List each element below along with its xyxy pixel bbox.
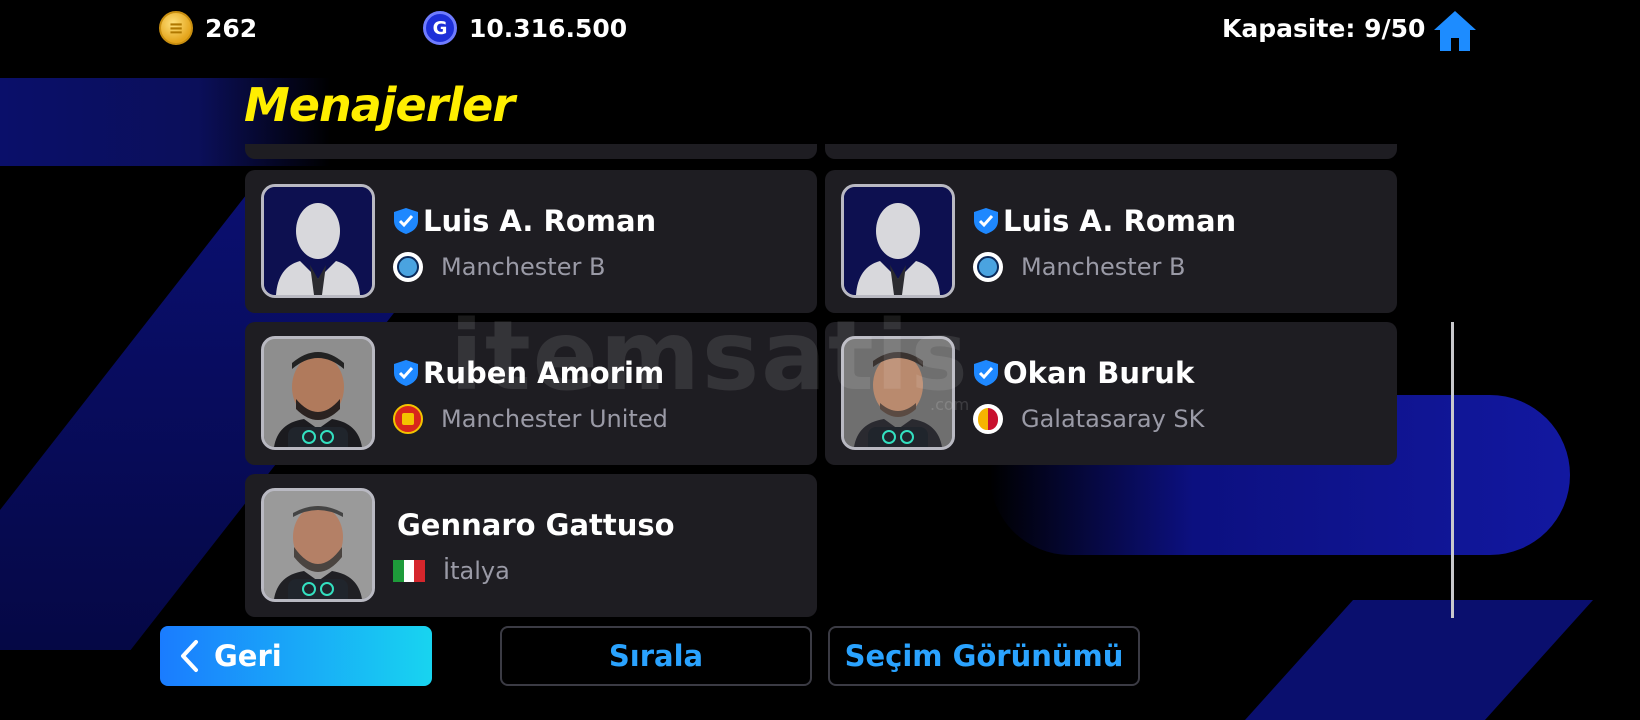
home-icon[interactable] [1432, 8, 1478, 54]
coin-icon: ≡ [159, 11, 193, 45]
manchester-b-crest-icon [393, 252, 423, 282]
selection-view-button[interactable]: Seçim Görünümü [828, 626, 1140, 686]
manager-card[interactable]: Ruben Amorim Manchester United [245, 322, 817, 465]
back-button-label: Geri [214, 639, 282, 673]
manager-club-row: Manchester United [393, 402, 668, 436]
manager-name-row: Gennaro Gattuso [397, 506, 675, 544]
manchester-united-crest-icon [393, 404, 423, 434]
manager-avatar [841, 336, 955, 450]
coins-counter[interactable]: ≡ 262 [159, 10, 257, 46]
manager-club-row: İtalya [393, 554, 510, 588]
manager-club: İtalya [443, 557, 510, 585]
manager-name: Okan Buruk [1003, 356, 1195, 390]
manager-club: Galatasaray SK [1021, 405, 1205, 433]
manager-club: Manchester United [441, 405, 668, 433]
manager-avatar [261, 488, 375, 602]
manager-name-row: Luis A. Roman [393, 202, 656, 240]
manager-club: Manchester B [1021, 253, 1186, 281]
sort-button-label: Sırala [608, 639, 704, 673]
manager-name: Luis A. Roman [1003, 204, 1237, 238]
manager-name: Ruben Amorim [423, 356, 665, 390]
manager-list[interactable]: Luis A. Roman Manchester B Luis A. Roman… [240, 144, 1410, 620]
manager-avatar [261, 184, 375, 298]
page-title: Menajerler [244, 78, 515, 132]
manager-club-row: Galatasaray SK [973, 402, 1204, 436]
verified-shield-icon [394, 360, 418, 386]
selection-view-button-label: Seçim Görünümü [844, 639, 1124, 673]
manager-name-row: Luis A. Roman [973, 202, 1236, 240]
galatasaray-crest-icon [973, 404, 1003, 434]
gp-value: 10.316.500 [469, 13, 628, 43]
manager-club-row: Manchester B [393, 250, 605, 284]
manager-avatar [841, 184, 955, 298]
manager-name-row: Ruben Amorim [393, 354, 664, 392]
capacity-label: Kapasite: 9/50 [1222, 10, 1425, 46]
verified-shield-icon [974, 208, 998, 234]
manager-card[interactable]: Luis A. Roman Manchester B [245, 170, 817, 313]
verified-shield-icon [394, 208, 418, 234]
manager-card[interactable]: Gennaro Gattuso İtalya [245, 474, 817, 617]
manager-card-partial[interactable] [825, 144, 1397, 159]
rating-badge [288, 427, 348, 447]
manager-club-row: Manchester B [973, 250, 1185, 284]
sort-button[interactable]: Sırala [500, 626, 812, 686]
manager-card[interactable]: Luis A. Roman Manchester B [825, 170, 1397, 313]
gp-icon: G [423, 11, 457, 45]
back-button[interactable]: Geri [160, 626, 432, 686]
manager-name: Gennaro Gattuso [397, 508, 675, 542]
capacity-text: Kapasite: 9/50 [1222, 13, 1426, 43]
manager-avatar [261, 336, 375, 450]
manager-card-partial[interactable] [245, 144, 817, 159]
manager-name: Luis A. Roman [423, 204, 657, 238]
gp-counter[interactable]: G 10.316.500 [423, 10, 627, 46]
manager-name-row: Okan Buruk [973, 354, 1194, 392]
manchester-b-crest-icon [973, 252, 1003, 282]
coins-value: 262 [205, 13, 258, 43]
rating-badge [288, 579, 348, 599]
manager-card[interactable]: Okan Buruk Galatasaray SK [825, 322, 1397, 465]
scrollbar[interactable] [1451, 322, 1454, 618]
italy-flag-icon [393, 560, 426, 582]
manager-club: Manchester B [441, 253, 606, 281]
verified-shield-icon [974, 360, 998, 386]
rating-badge [868, 427, 928, 447]
chevron-left-icon [181, 640, 198, 672]
